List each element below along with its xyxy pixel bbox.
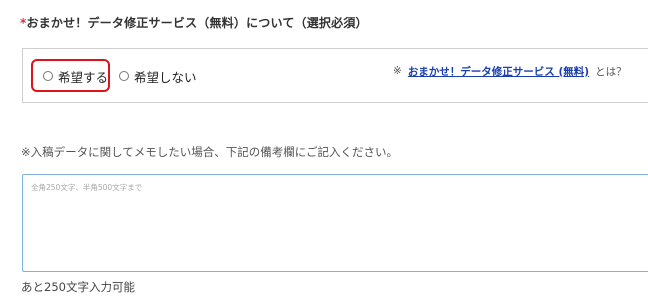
service-info-note: ※ おまかせ！データ修正サービス (無料) とは？ bbox=[393, 63, 627, 79]
form-page: *おまかせ！データ修正サービス（無料）について（選択必須） 希望する 希望しない… bbox=[0, 0, 648, 299]
note-suffix: とは？ bbox=[595, 65, 627, 78]
radio-circle-icon[interactable] bbox=[43, 71, 53, 81]
radio-circle-icon[interactable] bbox=[119, 71, 129, 81]
section-heading-text: おまかせ！データ修正サービス（無料）について（選択必須） bbox=[26, 16, 368, 30]
memo-instruction: ※入稿データに関してメモしたい場合、下記の備考欄にご記入ください。 bbox=[21, 145, 399, 159]
radio-option-yes[interactable]: 希望する bbox=[43, 67, 108, 85]
radio-no-label: 希望しない bbox=[134, 69, 197, 85]
service-info-link[interactable]: おまかせ！データ修正サービス (無料) bbox=[408, 64, 589, 79]
char-count-text: あと250文字入力可能 bbox=[21, 280, 135, 294]
radio-option-no[interactable]: 希望しない bbox=[119, 67, 197, 85]
section-heading: *おまかせ！データ修正サービス（無料）について（選択必須） bbox=[20, 14, 368, 31]
memo-textarea[interactable] bbox=[22, 174, 648, 272]
note-mark: ※ bbox=[393, 65, 402, 77]
radio-yes-label: 希望する bbox=[58, 69, 109, 85]
